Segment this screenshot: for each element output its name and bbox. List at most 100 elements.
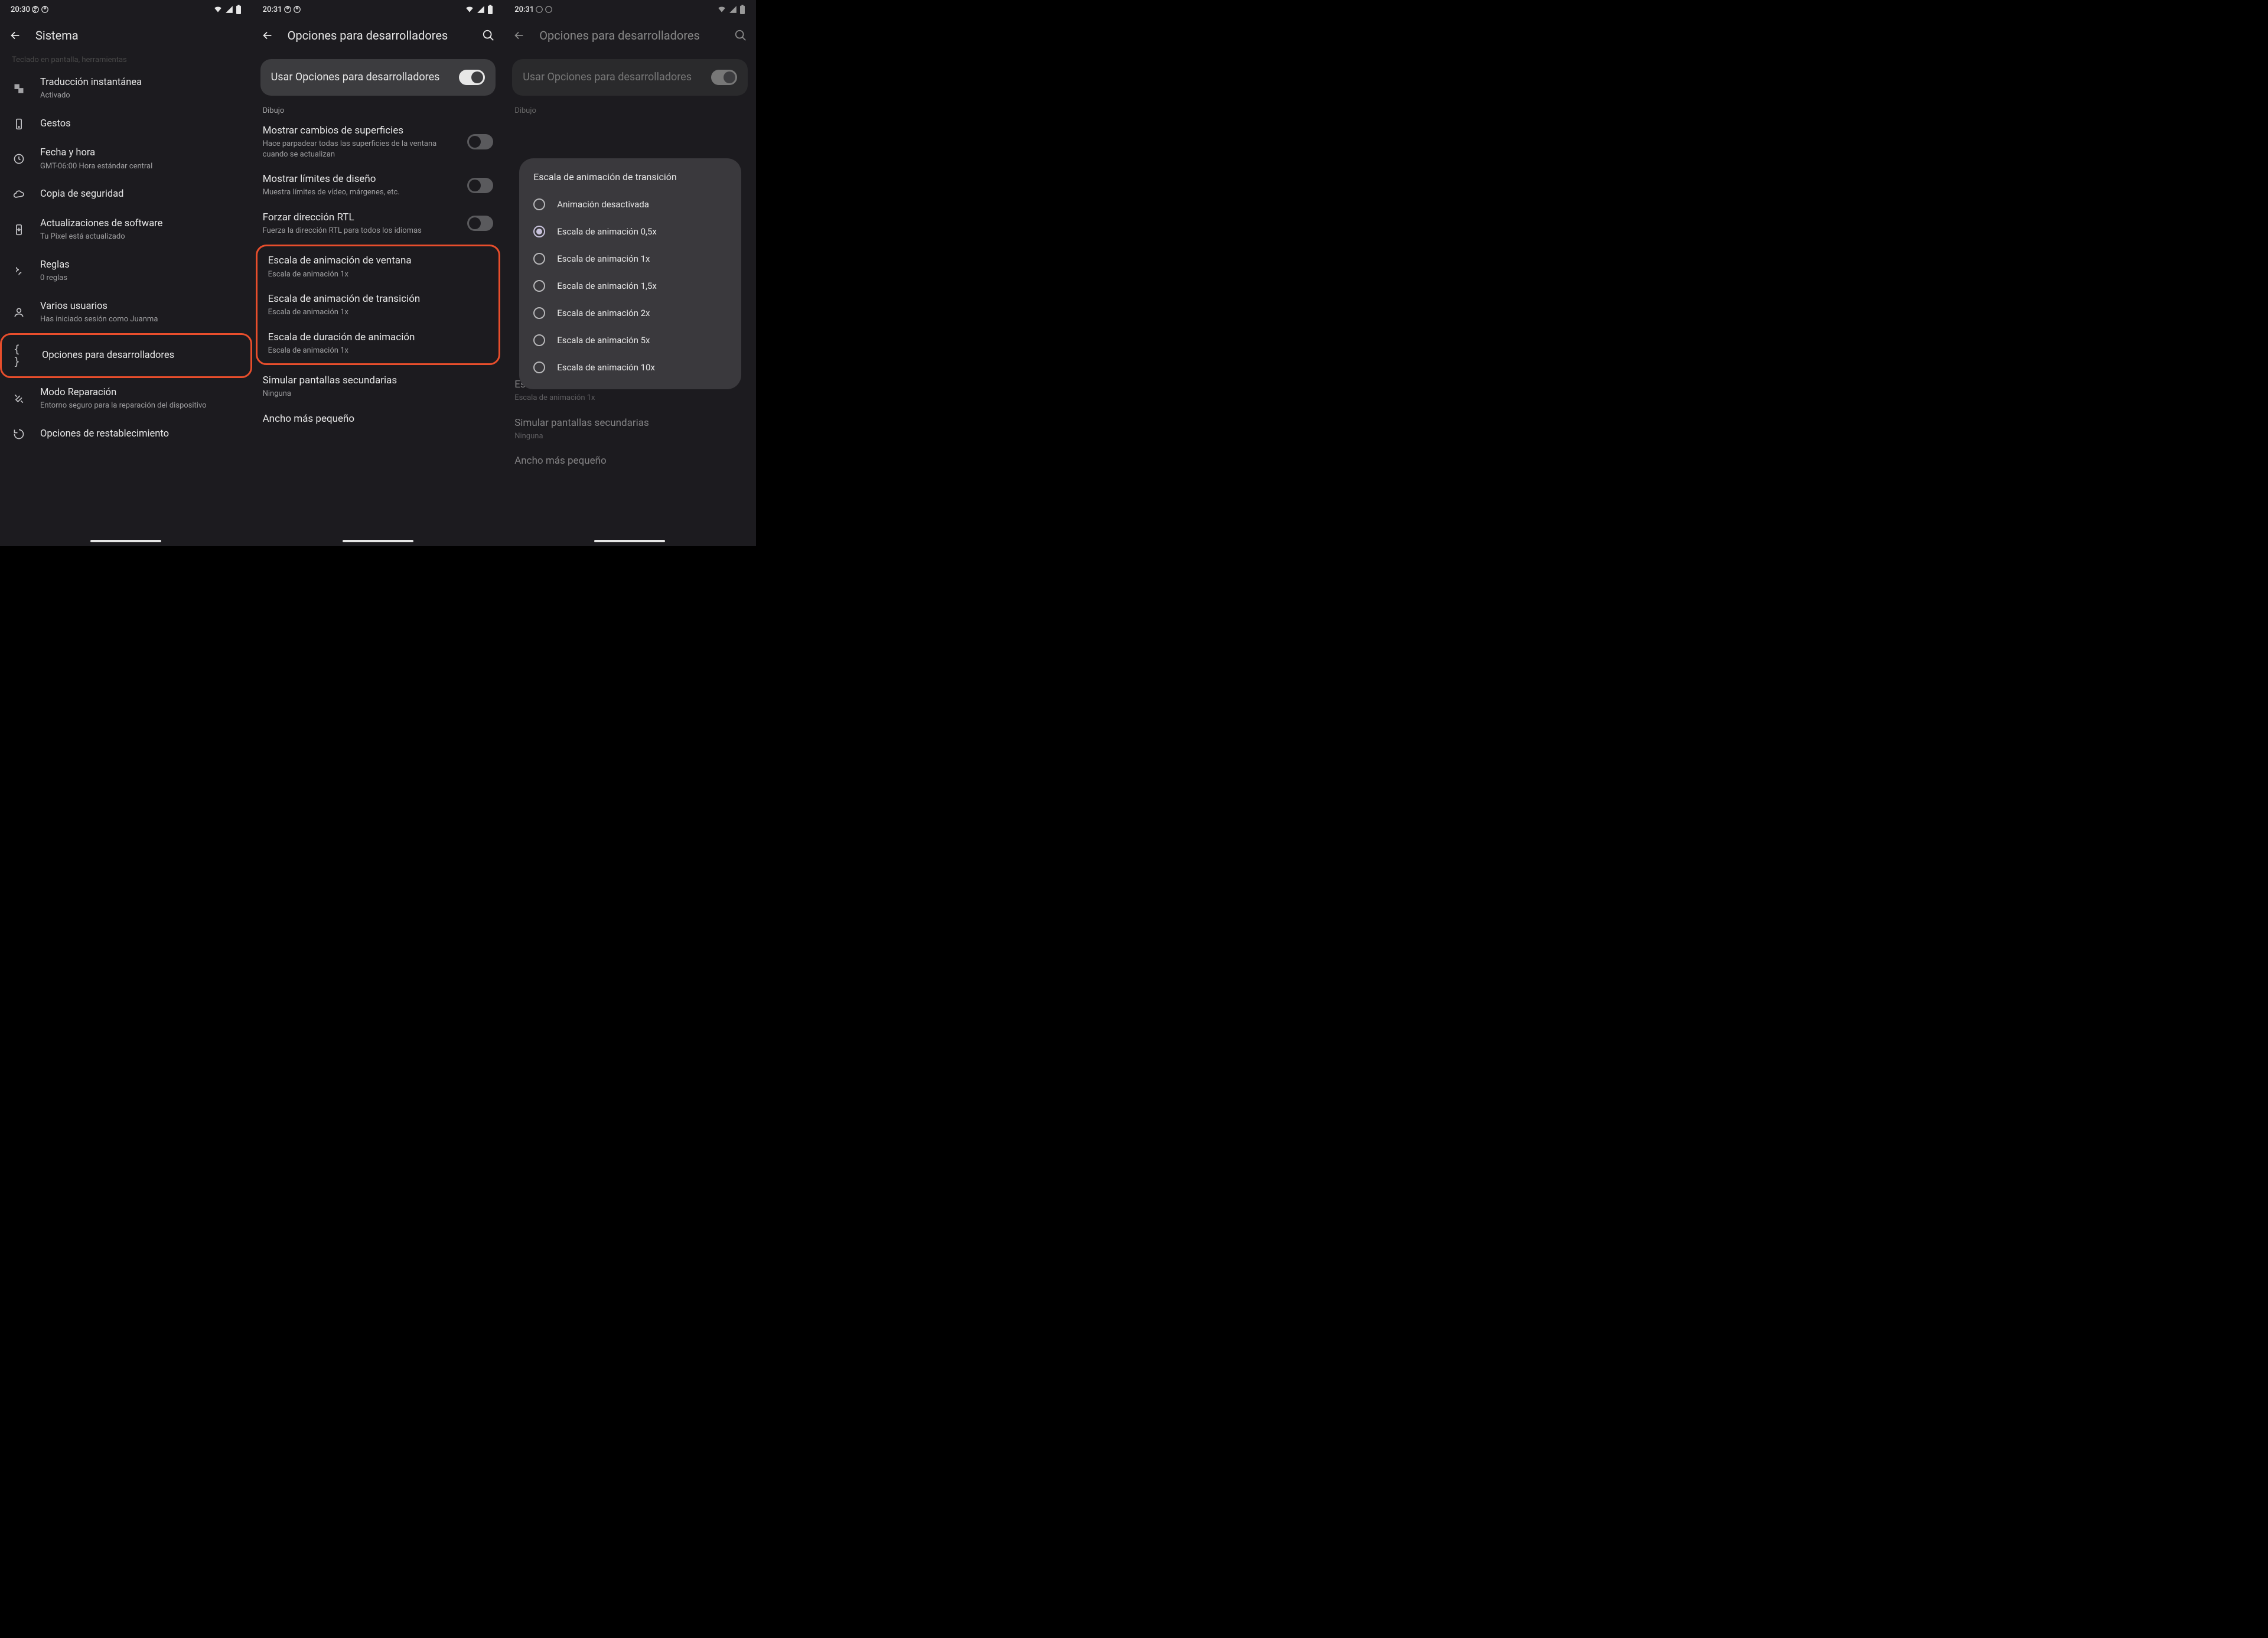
status-icons [465, 5, 493, 14]
devopt-list: Mostrar cambios de superficiesHace parpa… [252, 118, 504, 242]
radio-option[interactable]: Escala de animación 2x [519, 299, 741, 327]
reset-icon [12, 428, 26, 440]
settings-row[interactable]: Gestos [0, 109, 252, 138]
radio-label: Animación desactivada [557, 199, 649, 210]
row-title: Mostrar límites de diseño [263, 172, 454, 185]
dialog-scrim[interactable]: Escala de animación de transición Animac… [504, 0, 756, 546]
row-title: Varios usuarios [40, 300, 240, 312]
radio-label: Escala de animación 1,5x [557, 281, 657, 291]
settings-row[interactable]: Varios usuarios Has iniciado sesión como … [0, 292, 252, 333]
repair-icon [12, 393, 26, 405]
search-button[interactable] [481, 28, 496, 43]
devopt-row[interactable]: Mostrar cambios de superficiesHace parpa… [252, 118, 504, 166]
translate-icon [12, 83, 26, 95]
row-subtitle: Entorno seguro para la reparación del di… [40, 400, 240, 411]
row-title: Traducción instantánea [40, 76, 240, 89]
panel-dialog: 20:31 Opciones para desarrolladores Usar… [504, 0, 756, 546]
radio-icon [533, 253, 545, 265]
row-title: Simular pantallas secundarias [263, 374, 494, 387]
devopt-row[interactable]: Escala de animación de ventana Escala de … [258, 248, 499, 286]
settings-row[interactable]: Traducción instantáneaActivado [0, 68, 252, 109]
settings-row[interactable]: Copia de seguridad [0, 180, 252, 209]
header: Sistema [0, 19, 252, 52]
toggle-off[interactable] [467, 178, 493, 193]
master-toggle-card[interactable]: Usar Opciones para desarrolladores [260, 59, 496, 96]
radio-label: Escala de animación 0,5x [557, 226, 657, 237]
radio-icon [533, 362, 545, 373]
status-time: 20:31 [263, 5, 282, 14]
page-title: Opciones para desarrolladores [288, 28, 469, 43]
signal-icon [225, 5, 233, 14]
radio-option[interactable]: Animación desactivada [519, 191, 741, 218]
row-title: Fecha y hora [40, 146, 240, 159]
gesture-icon [12, 118, 26, 130]
radio-option[interactable]: Escala de animación 1,5x [519, 272, 741, 299]
settings-row[interactable]: Modo ReparaciónEntorno seguro para la re… [0, 378, 252, 419]
settings-row[interactable]: Fecha y hora GMT-06:00 Hora estándar cent… [0, 138, 252, 180]
clock-icon [12, 153, 26, 165]
status-time: 20:30 [11, 5, 30, 14]
row-subtitle: Activado [40, 90, 240, 101]
row-title: Forzar dirección RTL [263, 211, 454, 224]
toggle-off[interactable] [467, 216, 493, 231]
devopt-row[interactable]: Forzar dirección RTL Fuerza la dirección … [252, 204, 504, 243]
status-icons [213, 5, 242, 14]
radio-label: Escala de animación 10x [557, 362, 655, 373]
radio-label: Escala de animación 2x [557, 308, 650, 318]
page-title: Sistema [35, 28, 244, 43]
soccer-icon [293, 5, 301, 14]
panel-system: 20:30 Sistema Teclado en pantalla, herra… [0, 0, 252, 546]
row-subtitle: Escala de animación 1x [268, 269, 488, 280]
back-button[interactable] [8, 28, 22, 43]
row-title: Escala de duración de animación [268, 331, 488, 344]
search-icon [482, 29, 495, 42]
row-title: Actualizaciones de software [40, 217, 240, 230]
row-title: Modo Reparación [40, 386, 240, 399]
devopt-row[interactable]: Simular pantallas secundariasNinguna [252, 367, 504, 406]
devopt-row[interactable]: Ancho más pequeño [252, 406, 504, 432]
row-title: Opciones para desarrolladores [42, 349, 239, 362]
header: Opciones para desarrolladores [252, 19, 504, 52]
update-icon [12, 224, 26, 236]
nav-handle[interactable] [343, 540, 413, 542]
radio-option[interactable]: Escala de animación 0,5x [519, 218, 741, 245]
back-button[interactable] [260, 28, 275, 43]
devopt-list: Simular pantallas secundariasNinguna Anch… [252, 367, 504, 432]
settings-row[interactable]: Reglas0 reglas [0, 250, 252, 292]
radio-option[interactable]: Escala de animación 1x [519, 245, 741, 272]
row-title: Escala de animación de ventana [268, 254, 488, 267]
highlighted-group: Escala de animación de ventana Escala de … [256, 245, 501, 365]
row-subtitle: Muestra límites de vídeo, márgenes, etc. [263, 187, 454, 198]
settings-list: Teclado en pantalla, herramientas Traduc… [0, 52, 252, 448]
radio-group: Animación desactivada Escala de animación… [519, 191, 741, 381]
radio-label: Escala de animación 1x [557, 253, 650, 264]
soccer-icon [284, 5, 292, 14]
dialog-title: Escala de animación de transición [519, 171, 741, 191]
toggle-off[interactable] [467, 134, 493, 149]
devopt-row[interactable]: Escala de duración de animaciónEscala de… [258, 324, 499, 363]
row-title: Ancho más pequeño [263, 412, 494, 425]
radio-option[interactable]: Escala de animación 5x [519, 327, 741, 354]
row-subtitle: GMT-06:00 Hora estándar central [40, 161, 240, 172]
status-bar: 20:31 [252, 0, 504, 19]
devopt-row[interactable]: Mostrar límites de diseño Muestra límites… [252, 166, 504, 204]
braces-icon: { } [14, 343, 28, 368]
settings-row[interactable]: Opciones de restablecimiento [0, 419, 252, 448]
battery-icon [236, 5, 242, 14]
row-subtitle: Has iniciado sesión como Juanma [40, 314, 240, 325]
settings-row[interactable]: { } Opciones para desarrolladores [0, 333, 252, 378]
soccer-icon [31, 5, 40, 14]
status-bar: 20:30 [0, 0, 252, 19]
wifi-icon [213, 5, 223, 14]
section-header: Dibujo [252, 102, 504, 118]
radio-option[interactable]: Escala de animación 10x [519, 354, 741, 381]
nav-handle[interactable] [90, 540, 161, 542]
soccer-icon [41, 5, 49, 14]
arrow-back-icon [9, 29, 22, 42]
devopt-row[interactable]: Escala de animación de transiciónEscala … [258, 286, 499, 324]
row-subtitle: Fuerza la dirección RTL para todos los i… [263, 226, 454, 236]
settings-row[interactable]: Actualizaciones de softwareTu Pixel está… [0, 209, 252, 250]
panel-devopts: 20:31 Opciones para desarrolladores Usar… [252, 0, 504, 546]
signal-icon [477, 5, 485, 14]
toggle-on[interactable] [459, 70, 485, 85]
